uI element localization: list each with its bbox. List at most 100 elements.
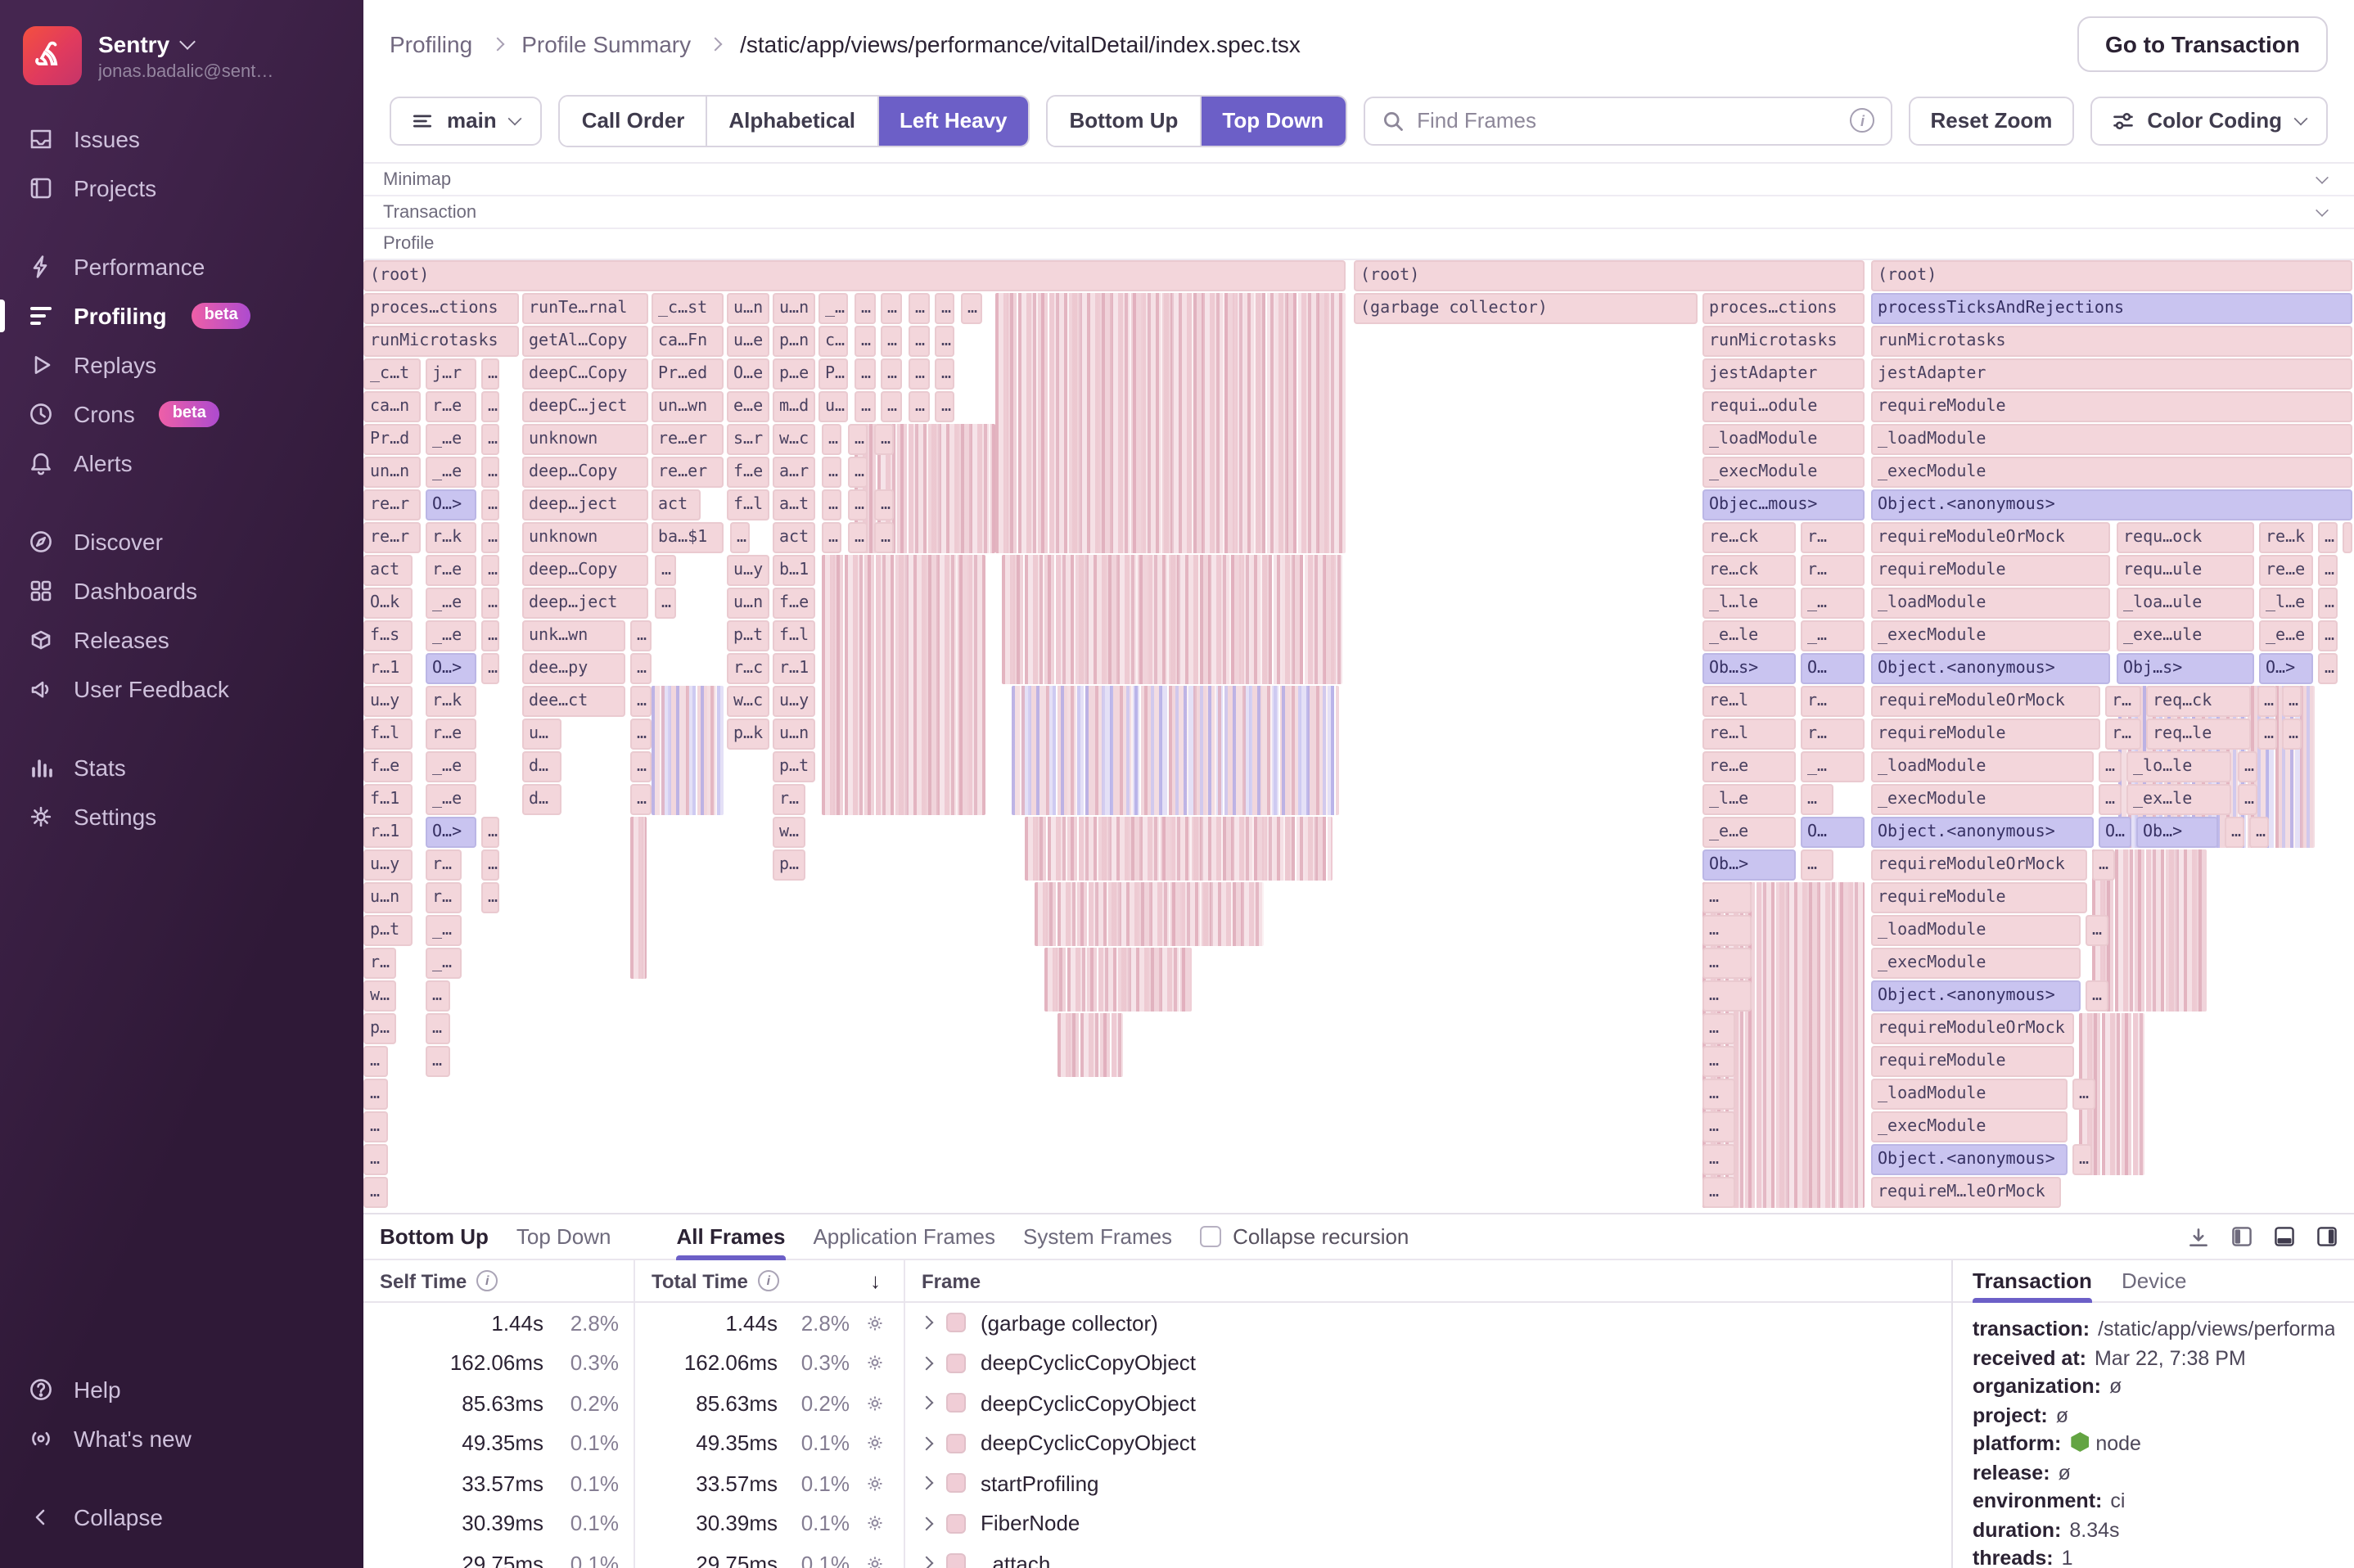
flame-frame[interactable]: Object.<anonymous> xyxy=(1871,817,2094,848)
tab-system-frames[interactable]: System Frames xyxy=(1023,1214,1172,1259)
flame-frame[interactable]: … xyxy=(655,555,676,586)
search-input[interactable] xyxy=(1417,108,1838,133)
flame-frame[interactable]: requireModule xyxy=(1871,719,2100,750)
expand-chevron-icon[interactable] xyxy=(919,1436,934,1450)
flame-frame[interactable]: r… xyxy=(773,784,805,815)
flame-frame[interactable]: r…k xyxy=(426,522,476,553)
sidebar-item-collapse[interactable]: Collapse xyxy=(0,1493,363,1542)
org-switcher[interactable]: Sentry jonas.badalic@sent… xyxy=(0,0,363,105)
flame-frame[interactable]: (root) xyxy=(363,260,1346,291)
frame-cell[interactable]: _attach xyxy=(905,1543,1951,1568)
sidebar-item-settings[interactable]: Settings xyxy=(0,792,363,841)
table-row[interactable]: 162.06ms 0.3% 162.06ms 0.3% deepCyclicCopyOb… xyxy=(363,1343,1951,1383)
flame-frame[interactable]: _loadModule xyxy=(1702,424,1865,455)
flame-frame[interactable]: _lo…le xyxy=(2126,751,2231,782)
flame-frame[interactable]: f…s xyxy=(363,620,413,651)
flame-frame[interactable]: r…1 xyxy=(773,653,815,684)
flame-frame[interactable]: deepC…ject xyxy=(522,391,648,422)
direction-top-down-button[interactable]: Top Down xyxy=(1199,96,1346,145)
flame-frame[interactable]: … xyxy=(1702,980,1752,1012)
flame-frame[interactable]: u…y xyxy=(727,555,769,586)
sidebar-item-profiling[interactable]: Profiling beta xyxy=(0,291,363,340)
flame-frame[interactable]: _e…le xyxy=(1702,620,1796,651)
flame-frame[interactable]: act xyxy=(652,489,701,520)
flame-frame[interactable]: _execModule xyxy=(1702,457,1865,488)
flame-frame[interactable]: P… xyxy=(818,358,848,390)
layout-left-icon[interactable] xyxy=(2231,1226,2253,1247)
flame-frame[interactable]: Ob…> xyxy=(2136,817,2218,848)
flame-frame[interactable]: act xyxy=(773,522,815,553)
flame-frame[interactable]: … xyxy=(655,588,676,619)
flame-frame[interactable]: _execModule xyxy=(1871,1111,2068,1142)
flame-frame[interactable]: f…e xyxy=(773,588,815,619)
flame-frame[interactable]: r…k xyxy=(426,686,476,717)
flame-frame[interactable]: Ob…> xyxy=(1702,849,1796,881)
flame-frame[interactable]: … xyxy=(874,522,894,553)
flame-frame[interactable]: Object.<anonymous> xyxy=(1871,653,2110,684)
flame-frame[interactable]: deepC…Copy xyxy=(522,358,648,390)
flame-frame[interactable]: proces…ctions xyxy=(1702,293,1865,324)
flame-frame[interactable]: _loadModule xyxy=(1871,588,2110,619)
flame-frame[interactable]: re…r xyxy=(363,489,421,520)
flame-frame[interactable]: _…e xyxy=(426,751,476,782)
flame-frame[interactable]: p…e xyxy=(773,358,815,390)
flame-frame[interactable]: … xyxy=(1702,1013,1735,1044)
flame-frame[interactable]: re…er xyxy=(652,457,724,488)
flame-frame[interactable]: _… xyxy=(426,948,462,979)
flame-frame[interactable]: … xyxy=(630,719,652,750)
sidebar-item-replays[interactable]: Replays xyxy=(0,340,363,390)
flame-frame[interactable]: act xyxy=(363,555,413,586)
flame-frame[interactable]: … xyxy=(909,391,930,422)
flame-frame[interactable]: f…e xyxy=(363,751,413,782)
flame-frame[interactable]: … xyxy=(935,358,954,390)
tab-top-down[interactable]: Top Down xyxy=(516,1214,611,1259)
flame-frame[interactable]: p…t xyxy=(773,751,815,782)
direction-bottom-up-button[interactable]: Bottom Up xyxy=(1048,96,1200,145)
flame-frame[interactable]: O…> xyxy=(2259,653,2313,684)
flame-frame[interactable]: … xyxy=(2225,817,2244,848)
sidebar-item-user-feedback[interactable]: User Feedback xyxy=(0,665,363,714)
flame-frame[interactable]: … xyxy=(855,293,876,324)
total-time-column-header[interactable]: Total Time i ↓ xyxy=(635,1260,905,1301)
sidebar-item-stats[interactable]: Stats xyxy=(0,743,363,792)
flame-frame[interactable]: p…t xyxy=(727,620,769,651)
flame-frame[interactable] xyxy=(2343,522,2352,553)
gear-icon[interactable] xyxy=(864,1433,886,1454)
flame-frame[interactable]: u…n xyxy=(363,882,413,913)
flame-frame[interactable]: O…> xyxy=(426,653,476,684)
flame-frame[interactable]: requireModuleOrMock xyxy=(1871,522,2110,553)
flame-frame[interactable]: … xyxy=(2318,522,2338,553)
frame-cell[interactable]: startProfiling xyxy=(905,1463,1951,1503)
flame-frame[interactable]: … xyxy=(1801,849,1833,881)
find-frames-search[interactable]: i xyxy=(1363,96,1893,145)
flame-frame[interactable]: (root) xyxy=(1354,260,1865,291)
flame-frame[interactable]: requireModule xyxy=(1871,882,2087,913)
flame-frame[interactable]: r…e xyxy=(426,555,476,586)
flame-frame[interactable]: r… xyxy=(1801,719,1865,750)
sidebar-item-what-s-new[interactable]: What's new xyxy=(0,1414,363,1463)
flame-frame[interactable]: Objec…mous> xyxy=(1702,489,1865,520)
flame-frame[interactable]: requireModule xyxy=(1871,555,2110,586)
flame-frame[interactable]: u…y xyxy=(363,686,413,717)
flame-frame[interactable]: r… xyxy=(1801,522,1865,553)
flame-frame[interactable]: … xyxy=(2282,719,2302,750)
flame-frame[interactable]: _loadModule xyxy=(1871,915,2081,946)
flame-frame[interactable]: c… xyxy=(818,326,848,357)
flame-frame[interactable]: … xyxy=(2086,915,2108,946)
flame-frame[interactable]: _execModule xyxy=(1871,948,2081,979)
flame-frame[interactable]: r… xyxy=(1801,555,1865,586)
flame-frame[interactable]: … xyxy=(481,653,499,684)
flame-frame[interactable]: … xyxy=(363,1144,388,1175)
flame-frame[interactable]: _c…t xyxy=(363,358,421,390)
flame-frame[interactable]: … xyxy=(2318,620,2338,651)
flame-frame[interactable]: … xyxy=(2072,1144,2092,1175)
flame-frame[interactable]: _… xyxy=(1801,588,1865,619)
flame-frame[interactable]: O…> xyxy=(426,489,476,520)
flame-frame[interactable]: … xyxy=(481,849,499,881)
gear-icon[interactable] xyxy=(864,1553,886,1568)
flame-frame[interactable]: … xyxy=(848,489,868,520)
flame-frame[interactable]: _loadModule xyxy=(1871,751,2094,782)
frame-cell[interactable]: (garbage collector) xyxy=(905,1303,1951,1343)
flame-frame[interactable]: … xyxy=(481,588,499,619)
layout-bottom-icon[interactable] xyxy=(2274,1226,2295,1247)
